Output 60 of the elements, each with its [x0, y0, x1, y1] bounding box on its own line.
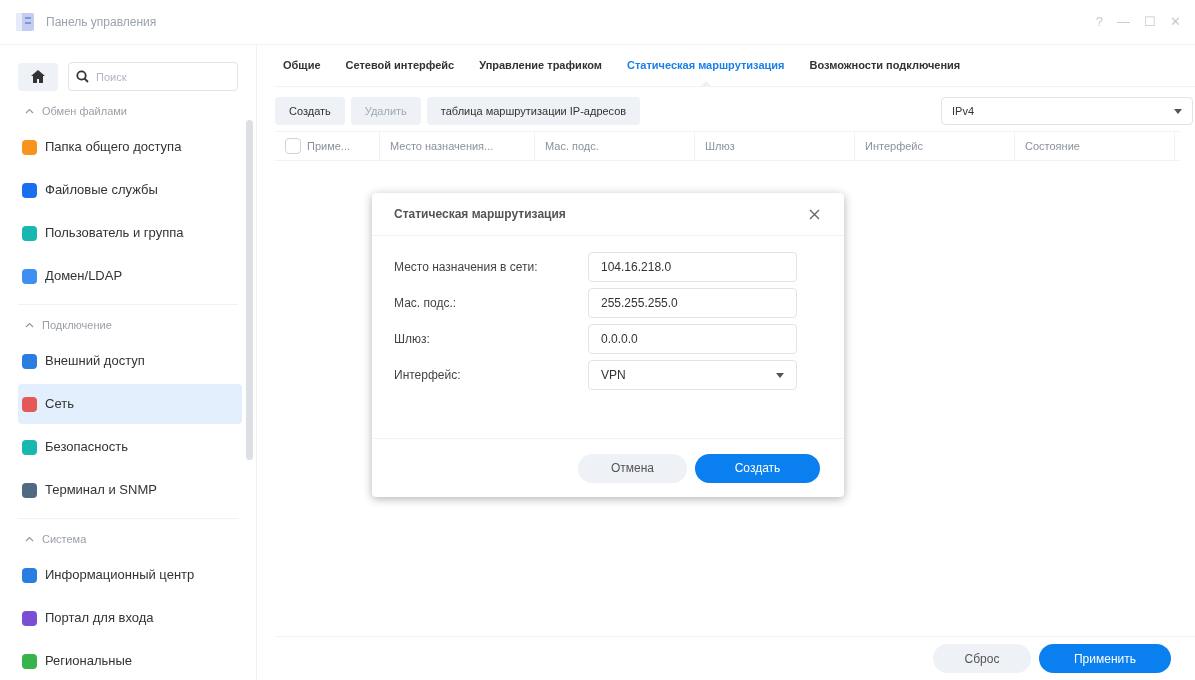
input-field[interactable]: 0.0.0.0 — [588, 324, 797, 354]
sidebar-item[interactable]: Пользователь и группа — [18, 213, 242, 253]
item-icon — [22, 353, 37, 369]
caret-icon — [1174, 108, 1182, 114]
sidebar-item[interactable]: Папка общего доступа — [18, 127, 242, 167]
sidebar-item[interactable]: Внешний доступ — [18, 341, 242, 381]
home-button[interactable] — [18, 62, 58, 91]
reset-button[interactable]: Сброс — [933, 644, 1031, 673]
interface-dropdown[interactable]: VPN — [588, 360, 797, 390]
item-icon — [22, 225, 37, 241]
toolbar-button[interactable]: таблица маршрутизации IP-адресов — [426, 97, 641, 125]
section-header: Система — [42, 531, 87, 547]
sidebar-item[interactable]: Портал для входа — [18, 598, 242, 638]
item-icon — [22, 482, 37, 498]
tab[interactable]: Возможности подключения — [809, 56, 961, 86]
item-icon — [22, 182, 37, 198]
tab[interactable]: Управление трафиком — [479, 56, 602, 86]
scrollbar[interactable] — [246, 120, 253, 460]
sidebar-item[interactable]: Терминал и SNMP — [18, 470, 242, 510]
item-icon — [22, 610, 37, 626]
search-icon — [76, 70, 89, 83]
collapse-caret-icon[interactable] — [24, 108, 34, 114]
cancel-button[interactable]: Отмена — [578, 453, 687, 483]
app-icon — [14, 11, 36, 33]
sidebar-item[interactable]: Региональные — [18, 641, 242, 680]
caret-icon — [776, 372, 784, 378]
dialog-title: Статическая маршрутизация — [394, 206, 566, 223]
field-label: Место назначения в сети: — [394, 259, 539, 276]
sidebar-item[interactable]: Сеть — [18, 384, 242, 424]
field-label: Интерфейс: — [394, 367, 462, 384]
tab[interactable]: Общие — [283, 56, 321, 86]
sidebar-item[interactable]: Файловые службы — [18, 170, 242, 210]
collapse-caret-icon[interactable] — [24, 322, 34, 328]
item-icon — [22, 653, 37, 669]
toolbar-button[interactable]: Создать — [275, 97, 345, 125]
section-header: Обмен файлами — [42, 103, 127, 119]
ip-version-dropdown[interactable]: IPv4 — [941, 97, 1193, 125]
item-icon — [22, 396, 37, 412]
collapse-caret-icon[interactable] — [24, 536, 34, 542]
tab[interactable]: Статическая маршрутизация — [626, 56, 785, 86]
close-icon — [808, 208, 820, 220]
create-button[interactable]: Создать — [695, 453, 820, 483]
sidebar-item[interactable]: Безопасность — [18, 427, 242, 467]
item-icon — [22, 439, 37, 455]
home-icon — [31, 70, 45, 83]
input-field[interactable]: 255.255.255.0 — [588, 288, 797, 318]
window-title: Панель управления — [46, 14, 157, 31]
input-field[interactable]: 104.16.218.0 — [588, 252, 797, 282]
sidebar-item[interactable]: Домен/LDAP — [18, 256, 242, 296]
field-label: Мас. подс.: — [394, 295, 458, 312]
item-icon — [22, 567, 37, 583]
item-icon — [22, 139, 37, 155]
select-all-checkbox[interactable] — [285, 138, 301, 154]
tab[interactable]: Сетевой интерфейс — [345, 56, 455, 86]
search-field[interactable]: Поиск — [68, 62, 238, 91]
item-icon — [22, 268, 37, 284]
field-label: Шлюз: — [394, 331, 431, 348]
sidebar-item[interactable]: Информационный центр — [18, 555, 242, 595]
apply-button[interactable]: Применить — [1039, 644, 1171, 673]
section-header: Подключение — [42, 317, 112, 333]
